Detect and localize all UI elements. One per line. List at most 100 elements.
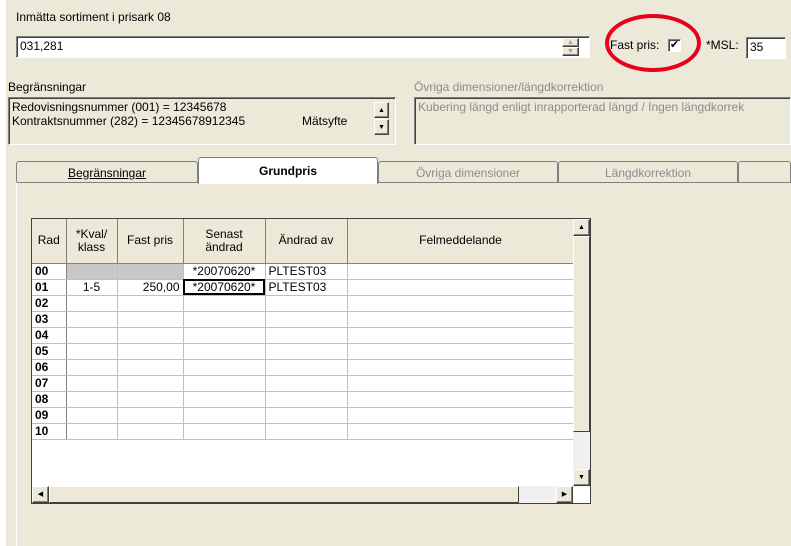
- table-row[interactable]: 05: [32, 343, 575, 360]
- table-row[interactable]: 02: [32, 295, 575, 312]
- col-header-senast-andrad[interactable]: Senast ändrad: [183, 219, 266, 264]
- row-number: 04: [32, 327, 67, 344]
- grid-scroll-left-button[interactable]: ◀: [32, 486, 49, 503]
- tab-begransningar[interactable]: Begränsningar: [16, 161, 198, 183]
- cell-felmeddelande[interactable]: [347, 375, 575, 392]
- table-row[interactable]: 08: [32, 391, 575, 408]
- restrictions-scroll-up-button[interactable]: ▲: [374, 102, 389, 118]
- cell-andrad-av[interactable]: PLTEST03: [265, 263, 348, 280]
- cell-fast-pris[interactable]: [117, 359, 184, 376]
- cell-senast-andrad[interactable]: [183, 343, 266, 360]
- cell-senast-andrad[interactable]: [183, 391, 266, 408]
- table-row[interactable]: 03: [32, 311, 575, 328]
- cell-kval[interactable]: [66, 295, 118, 312]
- tab-extra[interactable]: [738, 161, 791, 183]
- cell-felmeddelande[interactable]: [347, 343, 575, 360]
- tab-grundpris[interactable]: Grundpris: [198, 157, 378, 184]
- price-table: Rad *Kval/ klass Fast pris Senast ändrad…: [32, 219, 575, 440]
- other-dims-box[interactable]: Kubering längd enligt inrapporterad läng…: [414, 97, 791, 145]
- cell-fast-pris[interactable]: [117, 311, 184, 328]
- cell-senast-andrad[interactable]: *20070620*: [183, 279, 266, 296]
- cell-senast-andrad[interactable]: [183, 359, 266, 376]
- col-header-kval[interactable]: *Kval/ klass: [66, 219, 118, 264]
- grid-vertical-scrollbar[interactable]: ▲ ▼: [573, 219, 590, 487]
- fast-pris-checkbox[interactable]: ✔: [668, 39, 681, 52]
- grid-vertical-thumb[interactable]: [573, 236, 590, 432]
- cell-senast-andrad[interactable]: [183, 311, 266, 328]
- cell-senast-andrad[interactable]: [183, 375, 266, 392]
- cell-senast-andrad[interactable]: [183, 423, 266, 440]
- cell-kval[interactable]: [66, 263, 118, 280]
- cell-andrad-av[interactable]: [265, 327, 348, 344]
- grid-horizontal-scrollbar[interactable]: ◀ ▶: [32, 486, 573, 503]
- restrictions-line1: Redovisningsnummer (001) = 12345678: [12, 100, 227, 114]
- sortiment-scroll-up-button[interactable]: ▲: [562, 38, 579, 47]
- cell-fast-pris[interactable]: [117, 391, 184, 408]
- table-row[interactable]: 01 1-5 250,00 *20070620* PLTEST03: [32, 279, 575, 296]
- cell-fast-pris[interactable]: [117, 263, 184, 280]
- cell-andrad-av[interactable]: PLTEST03: [265, 279, 348, 296]
- cell-andrad-av[interactable]: [265, 375, 348, 392]
- cell-felmeddelande[interactable]: [347, 423, 575, 440]
- cell-felmeddelande[interactable]: [347, 295, 575, 312]
- cell-andrad-av[interactable]: [265, 407, 348, 424]
- cell-kval[interactable]: [66, 375, 118, 392]
- col-header-felmeddelande[interactable]: Felmeddelande: [347, 219, 575, 264]
- cell-fast-pris[interactable]: [117, 423, 184, 440]
- grid-scroll-right-button[interactable]: ▶: [556, 486, 573, 503]
- cell-andrad-av[interactable]: [265, 343, 348, 360]
- cell-senast-andrad[interactable]: *20070620*: [183, 263, 266, 280]
- sortiment-field[interactable]: 031,281: [16, 36, 590, 58]
- table-row[interactable]: 00 *20070620* PLTEST03: [32, 263, 575, 280]
- cell-fast-pris[interactable]: [117, 343, 184, 360]
- sortiment-scroll-down-button[interactable]: ▼: [562, 47, 579, 56]
- cell-fast-pris[interactable]: 250,00: [117, 279, 184, 296]
- grid-horizontal-thumb[interactable]: [49, 486, 519, 503]
- cell-kval[interactable]: 1-5: [66, 279, 118, 296]
- restrictions-box[interactable]: Redovisningsnummer (001) = 12345678 Kont…: [8, 97, 396, 145]
- cell-felmeddelande[interactable]: [347, 279, 575, 296]
- cell-fast-pris[interactable]: [117, 375, 184, 392]
- cell-felmeddelande[interactable]: [347, 359, 575, 376]
- grid-scroll-up-button[interactable]: ▲: [573, 219, 590, 236]
- table-row[interactable]: 09: [32, 407, 575, 424]
- cell-fast-pris[interactable]: [117, 407, 184, 424]
- tab-ovriga-dimensioner[interactable]: Övriga dimensioner: [378, 161, 558, 183]
- table-row[interactable]: 06: [32, 359, 575, 376]
- cell-senast-andrad[interactable]: [183, 327, 266, 344]
- cell-andrad-av[interactable]: [265, 391, 348, 408]
- cell-felmeddelande[interactable]: [347, 327, 575, 344]
- cell-kval[interactable]: [66, 407, 118, 424]
- cell-kval[interactable]: [66, 359, 118, 376]
- cell-kval[interactable]: [66, 391, 118, 408]
- cell-felmeddelande[interactable]: [347, 391, 575, 408]
- cell-andrad-av[interactable]: [265, 423, 348, 440]
- cell-kval[interactable]: [66, 327, 118, 344]
- price-grid[interactable]: Rad *Kval/ klass Fast pris Senast ändrad…: [31, 218, 591, 504]
- restrictions-scroll-down-button[interactable]: ▼: [374, 119, 389, 135]
- cell-fast-pris[interactable]: [117, 327, 184, 344]
- col-header-rad[interactable]: Rad: [32, 219, 67, 264]
- cell-kval[interactable]: [66, 423, 118, 440]
- cell-fast-pris[interactable]: [117, 295, 184, 312]
- table-row[interactable]: 07: [32, 375, 575, 392]
- cell-kval[interactable]: [66, 343, 118, 360]
- tab-langdkorrektion[interactable]: Längdkorrektion: [558, 161, 738, 183]
- cell-felmeddelande[interactable]: [347, 263, 575, 280]
- arrow-down-icon: ▼: [378, 123, 385, 131]
- cell-andrad-av[interactable]: [265, 359, 348, 376]
- cell-andrad-av[interactable]: [265, 295, 348, 312]
- cell-kval[interactable]: [66, 311, 118, 328]
- cell-felmeddelande[interactable]: [347, 407, 575, 424]
- cell-andrad-av[interactable]: [265, 311, 348, 328]
- col-header-fast-pris[interactable]: Fast pris: [117, 219, 184, 264]
- msl-field[interactable]: 35: [746, 37, 786, 59]
- table-row[interactable]: 04: [32, 327, 575, 344]
- cell-senast-andrad[interactable]: [183, 407, 266, 424]
- cell-felmeddelande[interactable]: [347, 311, 575, 328]
- table-row[interactable]: 10: [32, 423, 575, 440]
- grid-scroll-down-button[interactable]: ▼: [573, 469, 590, 486]
- col-header-andrad-av[interactable]: Ändrad av: [265, 219, 348, 264]
- row-number: 02: [32, 295, 67, 312]
- cell-senast-andrad[interactable]: [183, 295, 266, 312]
